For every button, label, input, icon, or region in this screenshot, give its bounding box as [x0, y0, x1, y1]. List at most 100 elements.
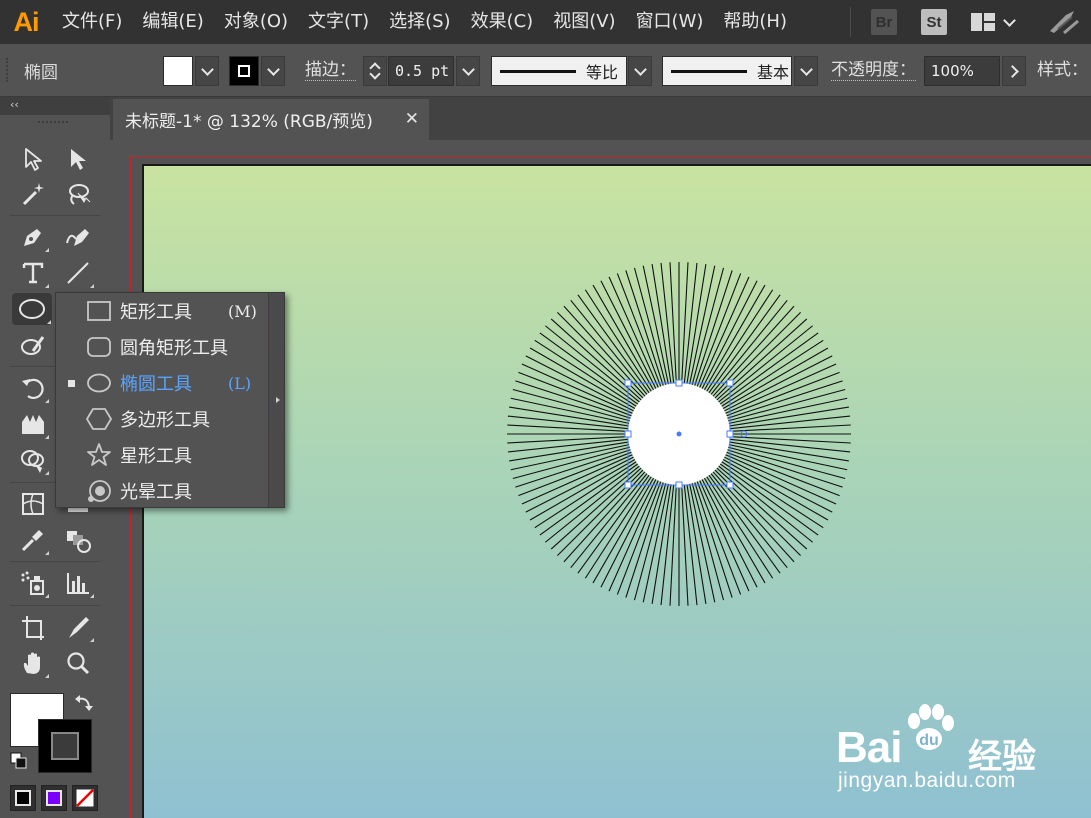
submenu-indicator [45, 248, 49, 252]
stroke-color-swatch[interactable] [229, 56, 259, 86]
burst-ray [669, 262, 678, 390]
brush-dropdown[interactable] [794, 56, 818, 86]
hand-icon [23, 652, 40, 674]
flyout-flare-tool[interactable]: 光晕工具 [56, 473, 268, 509]
stroke-dropdown[interactable] [261, 56, 285, 86]
baidu-paw-icon: du [908, 704, 954, 750]
eyedropper-tool[interactable] [16, 524, 50, 556]
type-tool[interactable] [16, 257, 50, 289]
flyout-star-tool[interactable]: 星形工具 [56, 437, 268, 473]
flyout-polygon-tool[interactable]: 多边形工具 [56, 401, 268, 437]
fill-color-swatch[interactable] [163, 56, 193, 86]
stroke-weight-input[interactable] [388, 56, 454, 86]
resize-handle[interactable] [726, 379, 734, 387]
flyout-ellipse-tool[interactable]: 椭圆工具 (L) [56, 365, 268, 401]
artboard-icon [22, 616, 44, 640]
symbol-sprayer-tool[interactable] [16, 567, 50, 599]
resize-handle[interactable] [624, 481, 632, 489]
blend-tool[interactable] [61, 524, 95, 556]
blend-icon [67, 531, 91, 553]
menu-bar: Ai 文件(F) 编辑(E) 对象(O) 文字(T) 选择(S) 效果(C) 视… [0, 0, 1091, 44]
variable-width-profile[interactable]: 等比 [491, 56, 627, 86]
slice-tool[interactable] [61, 611, 95, 643]
zoom-tool[interactable] [61, 647, 95, 679]
menu-view[interactable]: 视图(V) [543, 0, 625, 44]
chevron-down-icon [799, 62, 813, 76]
mesh-tool[interactable] [16, 488, 50, 520]
stock-button[interactable]: St [921, 9, 947, 35]
ellipse-tool[interactable] [12, 293, 52, 325]
brush-icon [21, 336, 45, 355]
menu-object[interactable]: 对象(O) [214, 0, 298, 44]
gradient-mode-button[interactable] [41, 785, 67, 811]
lasso-tool[interactable] [61, 178, 95, 210]
menu-edit[interactable]: 编辑(E) [132, 0, 213, 44]
none-mode-button[interactable] [72, 785, 98, 811]
profile-dropdown[interactable] [628, 56, 652, 86]
artboard-tool[interactable] [16, 611, 50, 643]
flyout-label: 矩形工具 [120, 302, 192, 323]
burst-ray [680, 262, 689, 390]
resize-handle[interactable] [675, 379, 683, 387]
color-mode-button[interactable] [10, 785, 36, 811]
resize-handle[interactable] [624, 379, 632, 387]
resize-handle[interactable] [726, 481, 734, 489]
pen-tool[interactable] [16, 221, 50, 253]
direct-selection-tool[interactable] [61, 143, 95, 175]
radial-line-burst[interactable] [499, 258, 859, 618]
fill-dropdown[interactable] [195, 56, 219, 86]
menu-file[interactable]: 文件(F) [52, 0, 132, 44]
control-bar-grip[interactable] [6, 58, 10, 82]
bridge-button[interactable]: Br [871, 9, 897, 35]
resize-handle[interactable] [624, 430, 632, 438]
watermark-brand: Bai [836, 723, 902, 772]
swap-fill-stroke-icon[interactable] [74, 693, 94, 713]
tearoff-arrow-icon [276, 397, 280, 403]
default-fill-stroke-icon[interactable] [10, 752, 28, 770]
opacity-input[interactable] [924, 56, 1000, 86]
menu-help[interactable]: 帮助(H) [713, 0, 797, 44]
close-tab-icon[interactable]: ✕ [405, 109, 419, 129]
profile-line-preview [500, 69, 576, 73]
stroke-label[interactable]: 描边： [305, 60, 356, 81]
watermark-url: jingyan.baidu.com [838, 769, 1016, 792]
stroke-weight-dropdown[interactable] [456, 56, 480, 86]
puppet-warp-tool[interactable] [16, 408, 50, 440]
tools-panel-grip[interactable] [38, 121, 68, 125]
app-logo: Ai [13, 6, 40, 37]
paintbrush-tool[interactable] [16, 330, 50, 362]
opacity-label[interactable]: 不透明度： [831, 60, 916, 81]
line-segment-tool[interactable] [61, 257, 95, 289]
curvature-tool[interactable] [61, 221, 95, 253]
menu-window[interactable]: 窗口(W) [626, 0, 714, 44]
resize-handle[interactable] [675, 481, 683, 489]
document-tab-bar: 未标题-1* @ 132% (RGB/预览) ✕ [110, 97, 1091, 140]
sync-feather-icon[interactable] [1044, 7, 1084, 37]
column-graph-tool[interactable] [61, 567, 95, 599]
menu-select[interactable]: 选择(S) [379, 0, 460, 44]
resize-handle[interactable] [726, 430, 734, 438]
chevron-right-icon [1006, 64, 1019, 78]
style-label[interactable]: 样式： [1037, 60, 1088, 80]
collapse-panel-icon[interactable]: ‹‹ [10, 98, 19, 111]
profile-label: 等比 [586, 63, 619, 82]
flyout-rounded-rectangle-tool[interactable]: 圆角矩形工具 [56, 329, 268, 365]
shape-builder-tool[interactable] [16, 444, 50, 476]
brush-definition[interactable]: 基本 [662, 56, 792, 86]
flyout-tearoff-strip[interactable] [268, 293, 284, 507]
polygon-icon [86, 408, 112, 430]
menu-type[interactable]: 文字(T) [298, 0, 379, 44]
rotate-tool[interactable] [16, 372, 50, 404]
menu-effect[interactable]: 效果(C) [461, 0, 544, 44]
workspace-switcher[interactable] [971, 13, 1016, 31]
document-tab[interactable]: 未标题-1* @ 132% (RGB/预览) ✕ [113, 99, 429, 140]
stroke-weight-stepper[interactable] [363, 56, 387, 86]
opacity-dropdown[interactable] [1002, 56, 1026, 86]
flyout-rectangle-tool[interactable]: 矩形工具 (M) [56, 293, 268, 329]
burst-ray [721, 447, 843, 488]
stroke-swatch[interactable] [38, 719, 92, 773]
burst-ray [507, 438, 635, 453]
hand-tool[interactable] [16, 647, 50, 679]
selection-tool[interactable] [16, 143, 50, 175]
magic-wand-tool[interactable] [16, 178, 50, 210]
